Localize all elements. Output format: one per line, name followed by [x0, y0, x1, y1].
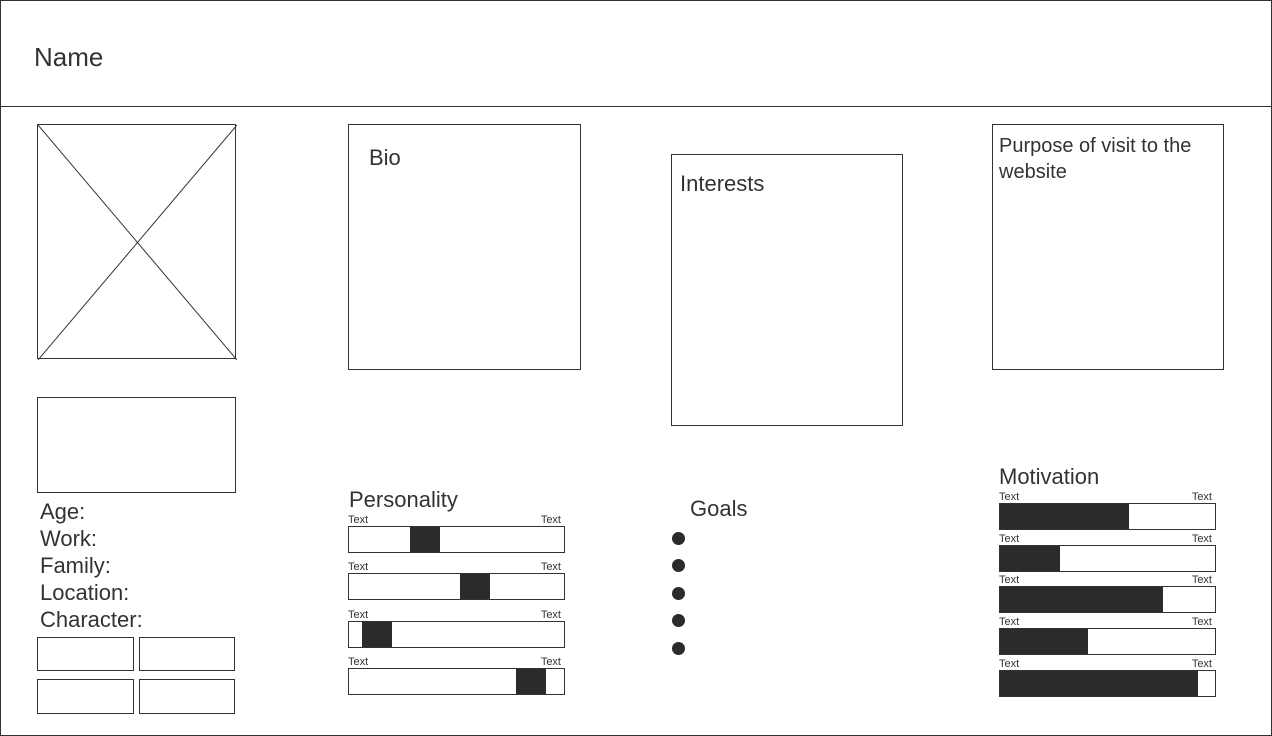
slider-knob[interactable] [516, 669, 546, 694]
slider-knob[interactable] [410, 527, 440, 552]
interests-box[interactable]: Interests [671, 154, 903, 426]
slider-left-label: Text [348, 561, 369, 573]
bar-track[interactable] [999, 503, 1216, 530]
bar-left-label: Text [999, 491, 1020, 503]
motivation-bar[interactable]: Text Text [999, 658, 1216, 702]
motivation-bar[interactable]: Text Text [999, 574, 1216, 618]
family-label: Family: [40, 553, 111, 578]
personality-slider[interactable]: Text Text [348, 609, 565, 653]
bar-right-label: Text [1191, 658, 1212, 670]
bar-fill [1000, 587, 1163, 612]
bar-right-label: Text [1191, 533, 1212, 545]
goal-bullet [672, 559, 685, 572]
slider-right-label: Text [540, 514, 561, 526]
slider-left-label: Text [348, 609, 369, 621]
bar-left-label: Text [999, 658, 1020, 670]
goal-bullet [672, 614, 685, 627]
character-trait-box[interactable] [37, 637, 134, 671]
bar-left-label: Text [999, 574, 1020, 586]
personality-slider[interactable]: Text Text [348, 561, 565, 605]
purpose-title: Purpose of visit to the website [999, 135, 1192, 183]
personality-slider[interactable]: Text Text [348, 656, 565, 700]
goal-bullet [672, 642, 685, 655]
bar-fill [1000, 504, 1129, 529]
bar-track[interactable] [999, 670, 1216, 697]
work-label: Work: [40, 526, 98, 551]
slider-knob[interactable] [460, 574, 490, 599]
slider-track[interactable] [348, 573, 565, 600]
motivation-bar[interactable]: Text Text [999, 491, 1216, 535]
personality-slider[interactable]: Text Text [348, 514, 565, 558]
location-label: Location: [40, 580, 130, 605]
slider-left-label: Text [348, 656, 369, 668]
bar-right-label: Text [1191, 616, 1212, 628]
purpose-box[interactable]: Purpose of visit to the website [992, 124, 1224, 370]
bar-track[interactable] [999, 586, 1216, 613]
photo-placeholder[interactable] [37, 124, 237, 360]
slider-track[interactable] [348, 621, 565, 648]
bar-fill [1000, 671, 1198, 696]
bar-right-label: Text [1191, 491, 1212, 503]
personality-title: Personality [349, 487, 458, 512]
slider-knob[interactable] [362, 622, 392, 647]
character-label: Character: [40, 607, 143, 632]
character-trait-box[interactable] [139, 637, 235, 671]
character-trait-box[interactable] [139, 679, 235, 714]
age-label: Age: [40, 499, 86, 524]
bar-track[interactable] [999, 628, 1216, 655]
slider-left-label: Text [348, 514, 369, 526]
header: Name [1, 1, 1271, 107]
goals-title: Goals [690, 496, 748, 521]
bar-right-label: Text [1191, 574, 1212, 586]
slider-track[interactable] [348, 668, 565, 695]
bar-fill [1000, 629, 1088, 654]
slider-right-label: Text [540, 561, 561, 573]
bar-fill [1000, 546, 1060, 571]
bar-left-label: Text [999, 533, 1020, 545]
image-placeholder-icon [38, 125, 237, 360]
bar-track[interactable] [999, 545, 1216, 572]
slider-right-label: Text [540, 656, 561, 668]
interests-title: Interests [680, 171, 765, 196]
slider-right-label: Text [540, 609, 561, 621]
bio-title: Bio [369, 145, 401, 170]
slider-track[interactable] [348, 526, 565, 553]
character-trait-box[interactable] [37, 679, 134, 714]
motivation-bar[interactable]: Text Text [999, 616, 1216, 660]
goal-bullet [672, 532, 685, 545]
motivation-bar[interactable]: Text Text [999, 533, 1216, 577]
bar-left-label: Text [999, 616, 1020, 628]
persona-name[interactable]: Name [34, 42, 103, 73]
quote-box[interactable] [37, 397, 236, 493]
motivation-title: Motivation [999, 464, 1100, 489]
bio-box[interactable]: Bio [348, 124, 581, 370]
goal-bullet [672, 587, 685, 600]
